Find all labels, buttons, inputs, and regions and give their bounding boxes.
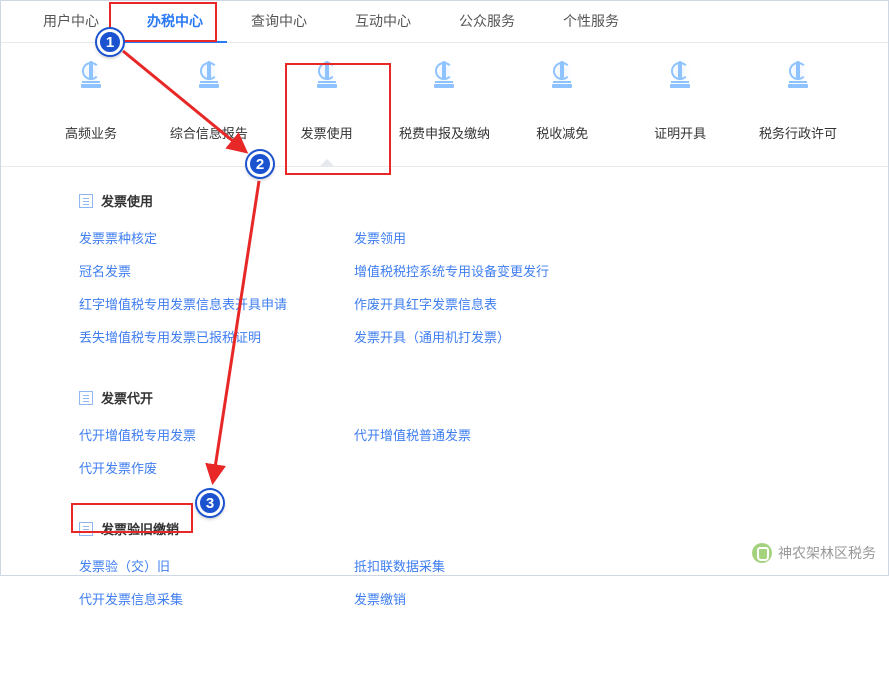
cat-label: 税收减免 [536,126,588,141]
nav-tax-center[interactable]: 办税中心 [123,1,227,42]
section-header: 发票验旧缴销 [79,519,842,538]
nav-query-center[interactable]: 查询中心 [227,1,331,42]
section-invoice-use: 发票使用 发票票种核定 发票领用 冠名发票 增值税税控系统专用设备变更发行 红字… [79,191,842,360]
top-nav: 用户中心 办税中心 查询中心 互动中心 公众服务 个性服务 [1,1,888,43]
link-item[interactable]: 抵扣联数据采集 [354,556,629,575]
link-item[interactable]: 发票开具（通用机打发票） [354,327,629,346]
monitor-icon [301,63,353,107]
cat-tax-declare[interactable]: 税费申报及缴纳 [394,63,494,166]
link-item[interactable]: 代开发票作废 [79,458,354,477]
nav-personal-service[interactable]: 个性服务 [539,1,643,42]
link-item[interactable]: 红字增值税专用发票信息表开具申请 [79,294,354,313]
link-item[interactable]: 代开增值税专用发票 [79,425,354,444]
section-header: 发票代开 [79,388,842,407]
link-item[interactable]: 冠名发票 [79,261,354,280]
link-item[interactable]: 发票验（交）旧 [79,556,354,575]
nav-public-service[interactable]: 公众服务 [435,1,539,42]
section-header: 发票使用 [79,191,842,210]
link-item[interactable]: 代开发票信息采集 [79,589,354,608]
cat-tax-reduce[interactable]: 税收减免 [512,63,612,166]
link-item[interactable]: 发票票种核定 [79,228,354,247]
cat-label: 高频业务 [65,126,117,141]
link-item[interactable]: 代开增值税普通发票 [354,425,629,444]
nav-user-center[interactable]: 用户中心 [19,1,123,42]
section-invoice-verify: 发票验旧缴销 发票验（交）旧 抵扣联数据采集 代开发票信息采集 发票缴销 [79,519,842,622]
cat-tax-admin[interactable]: 税务行政许可 [748,63,848,166]
link-group: 发票票种核定 发票领用 冠名发票 增值税税控系统专用设备变更发行 红字增值税专用… [79,228,842,360]
cat-invoice-use[interactable]: 发票使用 [277,63,377,166]
section-title: 发票验旧缴销 [101,519,179,538]
list-icon [79,391,93,405]
monitor-icon [183,63,235,107]
monitor-icon [65,63,117,107]
monitor-icon [654,63,706,107]
list-icon [79,522,93,536]
section-invoice-proxy: 发票代开 代开增值税专用发票 代开增值税普通发票 代开发票作废 [79,388,842,491]
monitor-icon [536,63,588,107]
link-item[interactable]: 发票领用 [354,228,629,247]
section-title: 发票使用 [101,191,153,210]
cat-label: 发票使用 [301,126,353,141]
content-panel: 发票使用 发票票种核定 发票领用 冠名发票 增值税税控系统专用设备变更发行 红字… [1,167,888,690]
link-item[interactable]: 丢失增值税专用发票已报税证明 [79,327,354,346]
cat-label: 综合信息报告 [170,126,248,141]
section-title: 发票代开 [101,388,153,407]
cat-info-report[interactable]: 综合信息报告 [159,63,259,166]
link-group: 代开增值税专用发票 代开增值税普通发票 代开发票作废 [79,425,842,491]
monitor-icon [418,63,470,107]
category-row: 高频业务 综合信息报告 发票使用 税费申报及缴纳 税收减免 证明开具 税务行政许… [1,43,888,167]
cat-label: 税务行政许可 [759,126,837,141]
link-item[interactable]: 发票缴销 [354,589,629,608]
monitor-icon [772,63,824,107]
cat-label: 税费申报及缴纳 [399,126,490,141]
list-icon [79,194,93,208]
link-item[interactable]: 增值税税控系统专用设备变更发行 [354,261,629,280]
cat-high-freq[interactable]: 高频业务 [41,63,141,166]
link-item[interactable]: 作废开具红字发票信息表 [354,294,629,313]
cat-label: 证明开具 [654,126,706,141]
cat-cert-issue[interactable]: 证明开具 [630,63,730,166]
link-group: 发票验（交）旧 抵扣联数据采集 代开发票信息采集 发票缴销 [79,556,842,622]
nav-interact-center[interactable]: 互动中心 [331,1,435,42]
